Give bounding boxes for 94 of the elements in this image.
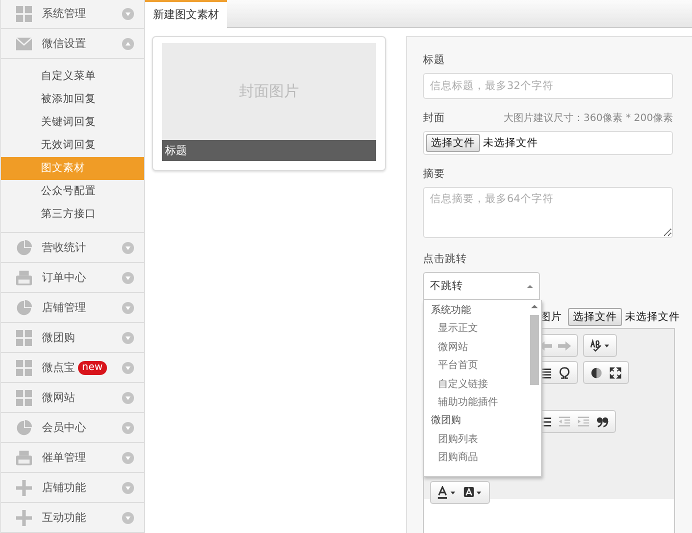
spellcheck-icon[interactable] bbox=[590, 339, 610, 352]
contrast-icon[interactable] bbox=[590, 366, 603, 378]
special-character-icon[interactable] bbox=[558, 366, 571, 378]
option-group: 系统功能 bbox=[424, 302, 528, 320]
choose-file-button[interactable]: 选择文件 bbox=[568, 308, 622, 326]
field-label: 封面 bbox=[423, 111, 445, 125]
expand-icon[interactable] bbox=[122, 362, 134, 374]
title-field[interactable]: 信息标题，最多32个字符 bbox=[423, 73, 673, 99]
nav-label: 互动功能 bbox=[42, 510, 86, 525]
blockquote-icon[interactable] bbox=[596, 416, 609, 428]
expand-icon[interactable] bbox=[122, 422, 134, 434]
fullscreen-icon[interactable] bbox=[609, 366, 622, 378]
dropdown-option[interactable]: 辅助功能插件 bbox=[424, 394, 528, 412]
expand-icon[interactable] bbox=[122, 482, 134, 494]
nav-label: 催单管理 bbox=[42, 450, 86, 465]
choose-file-button[interactable]: 选择文件 bbox=[426, 134, 480, 152]
summary-field[interactable]: 信息摘要，最多64个字符 bbox=[423, 187, 673, 238]
new-badge: new bbox=[78, 360, 107, 374]
file-field[interactable]: 选择文件 未选择文件 bbox=[423, 131, 673, 155]
printer-icon bbox=[16, 450, 32, 466]
expand-icon[interactable] bbox=[122, 8, 134, 20]
nav-label: 营收统计 bbox=[42, 240, 86, 255]
text-color-icon[interactable] bbox=[437, 486, 457, 499]
scroll-thumb[interactable] bbox=[530, 315, 539, 385]
expand-icon[interactable] bbox=[122, 512, 134, 524]
collapse-icon[interactable] bbox=[122, 38, 134, 50]
nav-label: 微信设置 bbox=[42, 36, 86, 51]
grid-icon bbox=[16, 360, 32, 376]
pie-chart-icon bbox=[16, 300, 32, 316]
expand-icon[interactable] bbox=[122, 332, 134, 344]
dropdown-option[interactable]: 平台首页 bbox=[424, 357, 528, 376]
dropdown-option[interactable]: 团购列表 bbox=[424, 430, 528, 450]
plus-icon bbox=[16, 480, 32, 496]
scroll-up-icon[interactable] bbox=[531, 304, 538, 309]
nav-label: 微网站 bbox=[42, 390, 75, 405]
file-status: 未选择文件 bbox=[625, 310, 680, 324]
option-group: 微团购 bbox=[424, 412, 528, 431]
tab[interactable]: 新建图文素材 bbox=[145, 0, 227, 28]
nav-item[interactable]: 微网站 bbox=[1, 383, 144, 413]
background-color-icon[interactable] bbox=[463, 486, 483, 499]
submenu-item[interactable]: 无效词回复 bbox=[1, 134, 144, 157]
expand-icon[interactable] bbox=[122, 242, 134, 254]
nav-item[interactable]: 催单管理 bbox=[1, 443, 144, 473]
grid-icon bbox=[16, 330, 32, 346]
expand-icon[interactable] bbox=[122, 302, 134, 314]
mail-icon bbox=[16, 36, 32, 52]
nav-label: 订单中心 bbox=[42, 270, 86, 285]
nav-item[interactable]: 互动功能 bbox=[1, 503, 144, 533]
field-label: 标题 bbox=[423, 53, 445, 67]
nav-label: 会员中心 bbox=[42, 420, 86, 435]
undo-icon[interactable] bbox=[539, 340, 552, 352]
nav-item[interactable]: 微点宝 new bbox=[1, 353, 144, 383]
pie-chart-icon bbox=[16, 240, 32, 256]
submenu-item[interactable]: 公众号配置 bbox=[1, 180, 144, 203]
grid-icon bbox=[16, 6, 32, 22]
submenu-item[interactable]: 第三方接口 bbox=[1, 203, 144, 226]
grid-icon bbox=[16, 390, 32, 406]
nav-label: 系统管理 bbox=[42, 6, 86, 21]
outdent-icon[interactable] bbox=[558, 416, 571, 428]
nav-item[interactable]: 微信设置 bbox=[1, 29, 144, 59]
nav-item[interactable]: 系统管理 bbox=[1, 0, 144, 29]
nav-item[interactable]: 店铺功能 bbox=[1, 473, 144, 503]
caret-icon bbox=[527, 284, 533, 288]
nav-label: 微点宝 bbox=[42, 360, 75, 375]
nav-label: 店铺功能 bbox=[42, 480, 86, 495]
nav-item[interactable]: 订单中心 bbox=[1, 263, 144, 293]
nav-item[interactable]: 微团购 bbox=[1, 323, 144, 353]
expand-icon[interactable] bbox=[122, 452, 134, 464]
printer-icon bbox=[16, 270, 32, 286]
dropdown-option[interactable]: 显示正文 bbox=[424, 320, 528, 339]
nav-item[interactable]: 营收统计 bbox=[1, 233, 144, 263]
size-hint: 大图片建议尺寸：360像素 * 200像素 bbox=[503, 112, 673, 125]
redo-icon[interactable] bbox=[558, 340, 571, 352]
expand-icon[interactable] bbox=[122, 392, 134, 404]
dropdown-option[interactable]: 微网站 bbox=[424, 338, 528, 358]
indent-icon[interactable] bbox=[577, 416, 590, 428]
submenu-item[interactable]: 自定义菜单 bbox=[1, 65, 144, 88]
dropdown-option[interactable]: 自定义链接 bbox=[424, 376, 528, 394]
expand-icon[interactable] bbox=[122, 272, 134, 284]
dropdown-option[interactable]: 团购商品 bbox=[424, 449, 528, 468]
file-status: 未选择文件 bbox=[483, 136, 538, 150]
nav-label: 店铺管理 bbox=[42, 300, 86, 315]
plus-icon bbox=[16, 510, 32, 526]
link-select[interactable]: 不跳转 bbox=[423, 272, 540, 300]
field-label: 点击跳转 bbox=[423, 252, 467, 266]
nav-item[interactable]: 会员中心 bbox=[1, 413, 144, 443]
nav-label: 微团购 bbox=[42, 330, 75, 345]
field-label: 摘要 bbox=[423, 167, 445, 181]
nav-item[interactable]: 店铺管理 bbox=[1, 293, 144, 323]
pie-chart-icon bbox=[16, 420, 32, 436]
submenu-item[interactable]: 关键词回复 bbox=[1, 111, 144, 134]
submenu-item[interactable]: 被添加回复 bbox=[1, 88, 144, 111]
preview-title: 标题 bbox=[162, 140, 376, 161]
align-justify-icon[interactable] bbox=[539, 366, 552, 378]
